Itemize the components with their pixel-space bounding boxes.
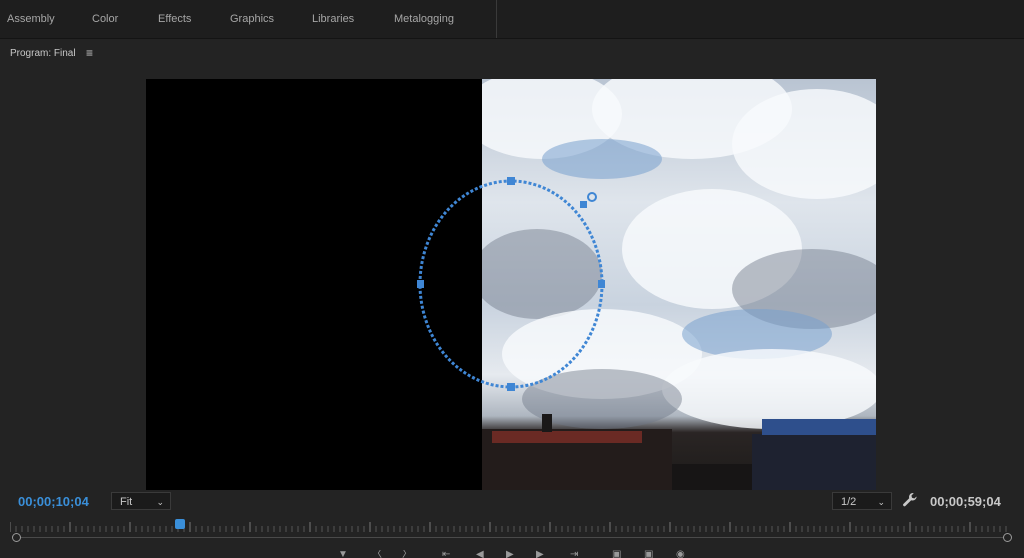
mask-vertex-left — [417, 280, 424, 288]
program-monitor-viewer[interactable] — [146, 79, 876, 490]
zoom-level-dropdown[interactable]: Fit ⌄ — [111, 492, 171, 510]
ellipse-mask[interactable] — [146, 79, 876, 490]
resolution-dropdown[interactable]: 1/2 ⌄ — [832, 492, 892, 510]
tab-effects[interactable]: Effects — [158, 0, 191, 38]
panel-title[interactable]: Program: Final — [10, 48, 76, 59]
playhead[interactable] — [175, 519, 185, 529]
scroll-handle-right[interactable] — [1003, 533, 1012, 542]
zoom-level-value: Fit — [120, 496, 133, 508]
add-marker-icon[interactable]: ▼ — [338, 550, 348, 558]
play-icon[interactable]: ▶ — [506, 550, 516, 558]
workspace-bar: Assembly Color Effects Graphics Librarie… — [0, 0, 1024, 39]
step-back-icon[interactable]: ◀ — [476, 550, 486, 558]
mark-in-icon[interactable]: 〈 — [372, 550, 382, 558]
step-forward-icon[interactable]: ▶ — [536, 550, 546, 558]
go-to-out-icon[interactable]: ⇥ — [570, 550, 580, 558]
duration-timecode: 00;00;59;04 — [930, 494, 1001, 509]
mask-feather-handle — [580, 201, 587, 208]
chevron-down-icon: ⌄ — [877, 497, 885, 507]
extract-icon[interactable]: ▣ — [644, 550, 654, 558]
resolution-value: 1/2 — [841, 496, 857, 508]
tab-libraries[interactable]: Libraries — [312, 0, 354, 38]
workspace-divider — [496, 0, 497, 38]
tab-assembly[interactable]: Assembly — [7, 0, 55, 38]
mark-out-icon[interactable]: 〉 — [402, 550, 412, 558]
hamburger-menu-icon[interactable]: ≡ — [86, 46, 93, 60]
tab-graphics[interactable]: Graphics — [230, 0, 274, 38]
export-frame-icon[interactable]: ◉ — [676, 550, 686, 558]
ruler-ticks — [10, 522, 1007, 532]
lift-icon[interactable]: ▣ — [612, 550, 622, 558]
mask-vertex-bottom — [507, 383, 515, 391]
mask-rotate-handle — [587, 192, 597, 202]
chevron-down-icon: ⌄ — [156, 497, 164, 507]
zoom-scroll-bar[interactable] — [16, 537, 1008, 538]
tab-color[interactable]: Color — [92, 0, 118, 38]
go-to-in-icon[interactable]: ⇤ — [442, 550, 452, 558]
wrench-icon[interactable] — [902, 492, 918, 508]
current-timecode[interactable]: 00;00;10;04 — [18, 494, 89, 509]
mask-vertex-top — [507, 177, 515, 185]
scroll-handle-left[interactable] — [12, 533, 21, 542]
time-ruler[interactable] — [10, 520, 1010, 532]
tab-metalogging[interactable]: Metalogging — [394, 0, 454, 38]
mask-vertex-right — [598, 280, 605, 288]
transport-controls: ▼ 〈 〉 ⇤ ◀ ▶ ▶ ⇥ ▣ ▣ ◉ — [330, 550, 690, 558]
